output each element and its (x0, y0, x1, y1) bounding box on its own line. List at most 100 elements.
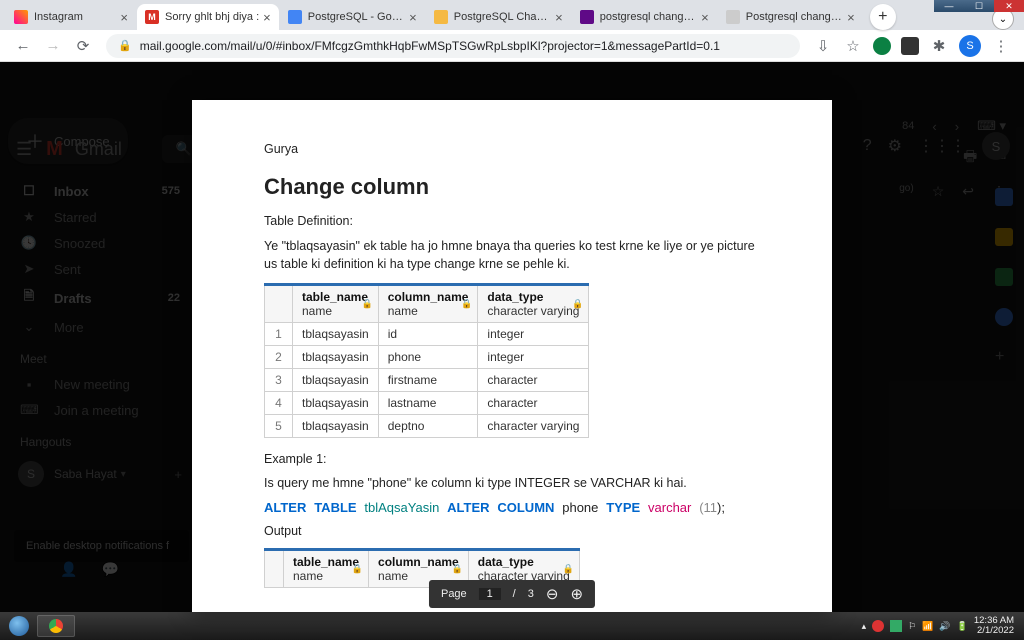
address-bar: ← → ⟳ 🔒 mail.google.com/mail/u/0/#inbox/… (0, 30, 1024, 62)
help-icon[interactable]: ? (863, 137, 872, 155)
close-tab-icon[interactable]: × (263, 10, 271, 25)
url-input[interactable]: 🔒 mail.google.com/mail/u/0/#inbox/FMfcgz… (106, 34, 800, 58)
account-avatar[interactable]: S (982, 132, 1010, 160)
pdf-toolbar: Page / 3 ⊖ ⊕ (429, 580, 595, 608)
meet-item[interactable]: ▪New meeting (0, 372, 200, 397)
close-tab-icon[interactable]: × (847, 10, 855, 25)
meet-heading: Meet (0, 340, 200, 372)
sql-code: ALTER TABLE tblAqsaYasin ALTER COLUMN ph… (264, 500, 760, 516)
close-tab-icon[interactable]: × (409, 10, 417, 25)
extension-icon[interactable] (901, 37, 919, 55)
close-tab-icon[interactable]: × (701, 10, 709, 25)
extensions-icon[interactable]: ✱ (930, 37, 948, 55)
network-icon[interactable]: 📶 (922, 621, 933, 632)
doc-title: Change column (264, 174, 760, 200)
start-button[interactable] (4, 614, 34, 638)
sidebar-item[interactable]: ☐Inbox575 (0, 178, 200, 204)
close-button[interactable]: ✕ (994, 0, 1024, 12)
browser-tab[interactable]: PostgreSQL Change× (426, 4, 571, 30)
contacts-icon[interactable] (995, 308, 1013, 326)
gmail-header-right: ? ⚙ ⋮⋮⋮ S (863, 132, 1010, 160)
table-row: 5tblaqsayasindeptnocharacter varying (265, 415, 589, 438)
battery-icon[interactable]: 🔋 (957, 621, 968, 632)
reload-button[interactable]: ⟳ (74, 37, 92, 55)
sidebar-item[interactable]: 🕓Snoozed (0, 230, 200, 256)
schema-table: table_namename🔒 column_namename🔒 data_ty… (264, 283, 589, 438)
search-icon: 🔍 (176, 141, 192, 157)
favicon (434, 10, 448, 24)
hangouts-heading: Hangouts (0, 423, 200, 455)
contact-icon[interactable]: 👤 (60, 561, 77, 578)
flag-icon[interactable]: ⚐ (908, 621, 916, 632)
table-row: 2tblaqsayasinphoneinteger (265, 346, 589, 369)
tray-icon[interactable] (872, 620, 884, 632)
page-input[interactable] (479, 588, 501, 600)
close-tab-icon[interactable]: × (120, 10, 128, 25)
user-avatar: S (18, 461, 44, 487)
install-icon[interactable]: ⇩ (814, 37, 832, 55)
gmail-logo-text: Gmail (75, 139, 122, 160)
taskbar: ▴ ⚐ 📶 🔊 🔋 12:36 AM2/1/2022 (0, 612, 1024, 640)
browser-tab[interactable]: MSorry ghlt bhj diya :× (137, 4, 279, 30)
settings-icon[interactable]: ⚙ (888, 136, 902, 156)
description-text: Ye "tblaqsayasin" ek table ha jo hmne bn… (264, 238, 760, 273)
keep-icon[interactable] (995, 228, 1013, 246)
table-row: 1tblaqsayasinidinteger (265, 323, 589, 346)
bookmark-icon[interactable]: ☆ (844, 37, 862, 55)
profile-avatar[interactable]: S (959, 35, 981, 57)
menu-icon[interactable]: ⋮ (992, 37, 1010, 55)
apps-icon[interactable]: ⋮⋮⋮ (918, 136, 966, 156)
extension-icon[interactable] (873, 37, 891, 55)
system-tray: ▴ ⚐ 📶 🔊 🔋 12:36 AM2/1/2022 (862, 616, 1020, 637)
favicon (14, 10, 28, 24)
sidebar-item[interactable]: ★Starred (0, 204, 200, 230)
document-viewer: Gurya Change column Table Definition: Ye… (192, 100, 832, 612)
browser-tab-strip: Instagram×MSorry ghlt bhj diya :×Postgre… (0, 0, 1024, 30)
close-tab-icon[interactable]: × (555, 10, 563, 25)
section-label: Table Definition: (264, 214, 760, 228)
sidebar-item[interactable]: 🗎Drafts22 (0, 282, 200, 314)
zoom-in-icon[interactable]: ⊕ (570, 585, 583, 603)
sidebar-item[interactable]: ➤Sent (0, 256, 200, 282)
tray-icon[interactable] (890, 620, 902, 632)
clock[interactable]: 12:36 AM2/1/2022 (974, 616, 1014, 637)
browser-tab[interactable]: Instagram× (6, 4, 136, 30)
menu-icon[interactable]: ☰ (16, 139, 32, 160)
plus-icon[interactable]: + (174, 467, 182, 482)
chrome-taskbar-button[interactable] (37, 615, 75, 637)
table-row: 4tblaqsayasinlastnamecharacter (265, 392, 589, 415)
lock-icon: 🔒 (118, 39, 132, 52)
browser-tab[interactable]: postgresql change c× (572, 4, 717, 30)
new-tab-button[interactable]: + (870, 4, 896, 30)
favicon (580, 10, 594, 24)
zoom-out-icon[interactable]: ⊖ (546, 585, 559, 603)
tasks-icon[interactable] (995, 268, 1013, 286)
table-row: 3tblaqsayasinfirstnamecharacter (265, 369, 589, 392)
browser-tab[interactable]: Postgresql change c× (718, 4, 863, 30)
example-desc: Is query me hmne "phone" ke column ki ty… (264, 476, 760, 490)
favicon (726, 10, 740, 24)
calendar-icon[interactable] (995, 188, 1013, 206)
lock-icon: 🔒 (461, 299, 472, 310)
star-icon[interactable]: ☆ (932, 183, 945, 200)
example-label: Example 1: (264, 452, 760, 466)
minimize-button[interactable]: — (934, 0, 964, 12)
browser-tab[interactable]: PostgreSQL - Google× (280, 4, 425, 30)
tray-up-icon[interactable]: ▴ (862, 621, 867, 632)
addon-icon[interactable]: + (995, 348, 1013, 366)
forward-button[interactable]: → (44, 37, 62, 54)
reply-icon[interactable]: ↩ (962, 183, 974, 200)
output-label: Output (264, 524, 760, 538)
chat-icon[interactable]: 💬 (101, 561, 118, 578)
sidebar-item[interactable]: ⌄More (0, 314, 200, 340)
author-text: Gurya (264, 142, 760, 156)
hangouts-user[interactable]: S Saba Hayat ▾ + (0, 455, 200, 493)
volume-icon[interactable]: 🔊 (939, 621, 950, 632)
lock-icon: 🔒 (362, 299, 373, 310)
meet-item[interactable]: ⌨Join a meeting (0, 397, 200, 423)
maximize-button[interactable]: ☐ (964, 0, 994, 12)
notification-banner[interactable]: Enable desktop notifications f (14, 530, 189, 562)
window-controls: — ☐ ✕ (934, 0, 1024, 12)
lock-icon: 🔒 (572, 299, 583, 310)
back-button[interactable]: ← (14, 37, 32, 54)
